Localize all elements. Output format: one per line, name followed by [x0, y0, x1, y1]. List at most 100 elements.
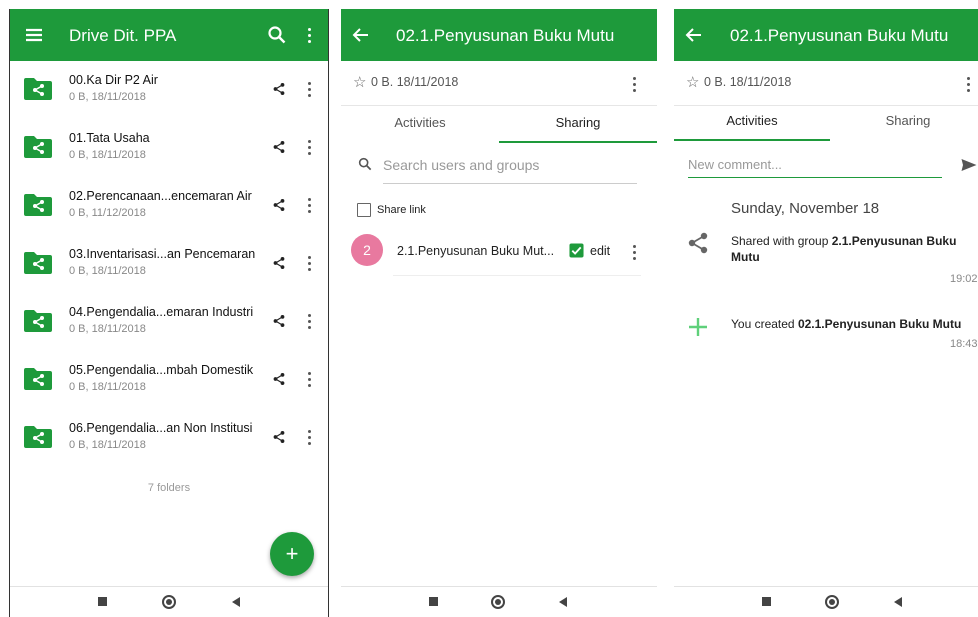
drive-folder-list-screen: Drive Dit. PPA 00.Ka Dir P2 Air 0 B, 18/1… [9, 9, 329, 617]
tab-activities[interactable]: Activities [674, 103, 830, 143]
folder-count: 7 folders [147, 482, 191, 494]
avatar: 2 [351, 234, 383, 266]
more-vert-icon[interactable] [308, 372, 312, 390]
folder-info: 0 B. 18/11/2018 [704, 75, 792, 89]
add-fab-button[interactable]: + [270, 532, 314, 576]
folder-meta: 0 B, 18/11/2018 [69, 381, 146, 393]
add-icon [689, 318, 707, 336]
home-icon[interactable] [160, 593, 178, 611]
folder-name: 04.Pengendalia...emaran Industri [69, 305, 254, 319]
system-nav-bar [674, 586, 978, 617]
folder-shared-icon [24, 78, 52, 100]
more-vert-icon[interactable] [967, 77, 971, 95]
activity-text: You created 02.1.Penyusunan Buku Mutu [731, 317, 962, 331]
folder-name: 06.Pengendalia...an Non Institusi [69, 421, 253, 435]
search-icon[interactable] [265, 23, 289, 47]
activity-time: 18:43 [950, 338, 978, 350]
share-link-label: Share link [377, 204, 426, 216]
back-icon[interactable] [227, 593, 245, 611]
checkbox-icon[interactable] [569, 243, 584, 258]
folder-row[interactable]: 05.Pengendalia...mbah Domestik 0 B, 18/11… [10, 351, 328, 409]
more-vert-icon[interactable] [633, 77, 637, 95]
folder-title: 02.1.Penyusunan Buku Mutu [730, 26, 949, 45]
share-icon[interactable] [272, 430, 286, 444]
share-icon[interactable] [272, 198, 286, 212]
tab-activities[interactable]: Activities [341, 105, 499, 145]
folder-row[interactable]: 01.Tata Usaha 0 B, 18/11/2018 [10, 119, 328, 177]
folder-info-bar: ☆ 0 B. 18/11/2018 [674, 61, 978, 106]
folder-row[interactable]: 04.Pengendalia...emaran Industri 0 B, 18/… [10, 293, 328, 351]
folder-meta: 0 B, 18/11/2018 [69, 323, 146, 335]
menu-icon[interactable] [22, 23, 46, 47]
star-outline-icon[interactable]: ☆ [686, 73, 699, 91]
folder-name: 00.Ka Dir P2 Air [69, 73, 158, 87]
folder-meta: 0 B, 11/12/2018 [69, 207, 146, 219]
app-bar: 02.1.Penyusunan Buku Mutu [674, 9, 978, 61]
share-icon[interactable] [272, 314, 286, 328]
share-icon [688, 232, 708, 254]
home-icon[interactable] [823, 593, 841, 611]
share-link-checkbox[interactable] [357, 203, 371, 217]
tab-sharing[interactable]: Sharing [830, 103, 978, 143]
folder-info: 0 B. 18/11/2018 [371, 75, 459, 89]
back-icon[interactable] [554, 593, 572, 611]
more-vert-icon[interactable] [308, 430, 312, 448]
tab-indicator [674, 139, 830, 141]
folder-name: 03.Inventarisasi...an Pencemaran [69, 247, 256, 261]
folder-meta: 0 B, 18/11/2018 [69, 91, 146, 103]
permission-label: edit [590, 244, 611, 258]
more-vert-icon[interactable] [308, 140, 312, 158]
more-vert-icon[interactable] [308, 314, 312, 332]
sharing-screen: 02.1.Penyusunan Buku Mutu ☆ 0 B. 18/11/2… [341, 9, 657, 617]
search-icon [358, 157, 372, 171]
share-icon[interactable] [272, 82, 286, 96]
more-vert-icon[interactable] [308, 198, 312, 216]
folder-row[interactable]: 00.Ka Dir P2 Air 0 B, 18/11/2018 [10, 61, 328, 119]
folder-name: 05.Pengendalia...mbah Domestik [69, 363, 254, 377]
app-title: Drive Dit. PPA [69, 26, 177, 45]
back-arrow-icon[interactable] [682, 23, 706, 47]
folder-shared-icon [24, 310, 52, 332]
folder-meta: 0 B, 18/11/2018 [69, 439, 146, 451]
folder-shared-icon [24, 252, 52, 274]
app-bar: 02.1.Penyusunan Buku Mutu [341, 9, 657, 61]
recents-icon[interactable] [757, 593, 775, 611]
folder-shared-icon [24, 368, 52, 390]
folder-info-bar: ☆ 0 B. 18/11/2018 [341, 61, 657, 106]
share-icon[interactable] [272, 256, 286, 270]
folder-row[interactable]: 03.Inventarisasi...an Pencemaran 0 B, 18/… [10, 235, 328, 293]
folder-row[interactable]: 02.Perencanaan...encemaran Air 0 B, 11/12… [10, 177, 328, 235]
send-icon[interactable] [960, 157, 978, 173]
divider [393, 275, 641, 276]
tab-indicator [499, 141, 657, 143]
recents-icon[interactable] [424, 593, 442, 611]
folder-shared-icon [24, 426, 52, 448]
search-users-input[interactable]: Search users and groups [383, 155, 637, 184]
folder-shared-icon [24, 194, 52, 216]
app-bar: Drive Dit. PPA [10, 9, 328, 61]
date-header: Sunday, November 18 [731, 200, 880, 217]
new-comment-input[interactable]: New comment... [688, 155, 942, 178]
folder-name: 01.Tata Usaha [69, 131, 150, 145]
star-outline-icon[interactable]: ☆ [353, 73, 366, 91]
more-vert-icon[interactable] [308, 256, 312, 274]
more-vert-icon[interactable] [633, 245, 637, 263]
folder-meta: 0 B, 18/11/2018 [69, 265, 146, 277]
folder-title: 02.1.Penyusunan Buku Mutu [396, 26, 615, 45]
more-vert-icon[interactable] [308, 82, 312, 100]
back-icon[interactable] [889, 593, 907, 611]
activity-text: Shared with group 2.1.Penyusunan Buku Mu… [731, 234, 957, 264]
shared-group-name: 2.1.Penyusunan Buku Mut... [397, 244, 555, 258]
folder-row[interactable]: 06.Pengendalia...an Non Institusi 0 B, 18… [10, 409, 328, 467]
folder-shared-icon [24, 136, 52, 158]
share-icon[interactable] [272, 372, 286, 386]
folder-name: 02.Perencanaan...encemaran Air [69, 189, 252, 203]
more-vert-icon[interactable] [308, 28, 312, 46]
home-icon[interactable] [489, 593, 507, 611]
activity-time: 19:02 [950, 273, 978, 285]
folder-meta: 0 B, 18/11/2018 [69, 149, 146, 161]
tab-sharing[interactable]: Sharing [499, 105, 657, 145]
recents-icon[interactable] [93, 593, 111, 611]
share-icon[interactable] [272, 140, 286, 154]
back-arrow-icon[interactable] [349, 23, 373, 47]
